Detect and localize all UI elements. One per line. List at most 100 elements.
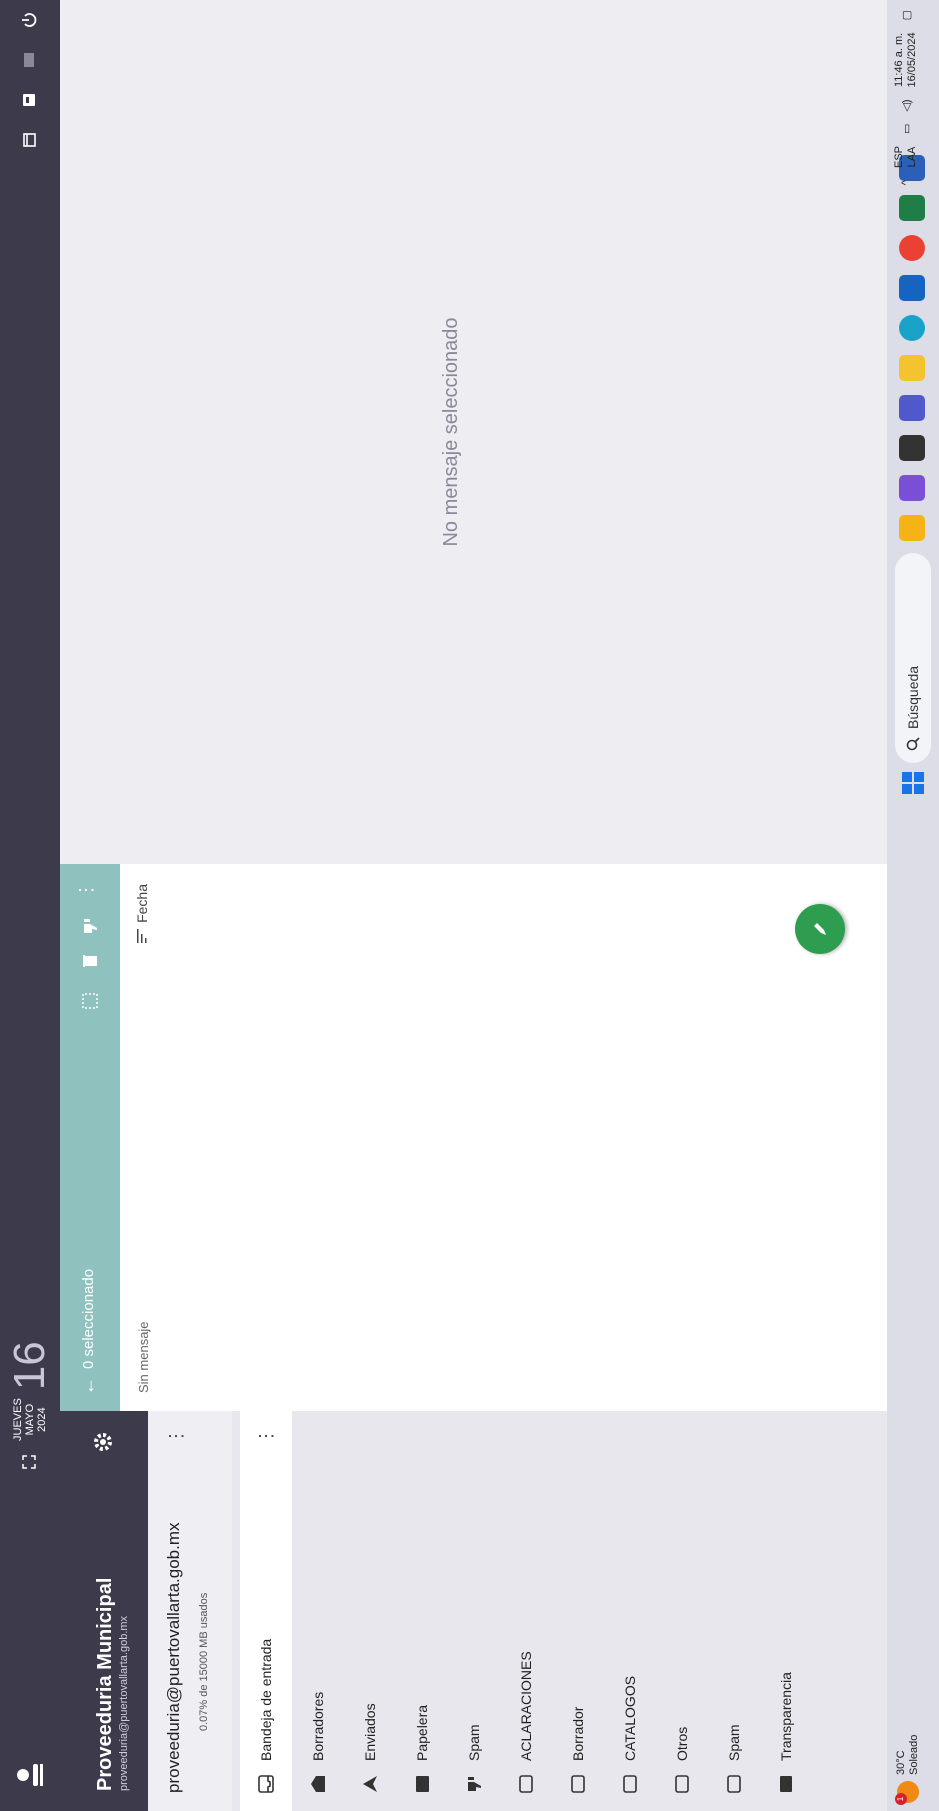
sort-button[interactable]: Fecha (134, 884, 150, 943)
folder-filled-icon (780, 1776, 792, 1792)
date-display: JUEVES MAYO 2024 16 (5, 1341, 54, 1441)
folder-inbox[interactable]: Bandeja de entrada ⋮ (240, 1411, 292, 1811)
contacts-icon[interactable] (18, 89, 40, 111)
folder-label: Papelera (414, 1704, 430, 1761)
folder-label: CATALOGOS (622, 1675, 638, 1761)
account-row[interactable]: proveeduria@puertovallarta.gob.mx ⋮ 0.07… (148, 1411, 232, 1811)
gear-icon[interactable] (86, 1425, 120, 1459)
folder-spam[interactable]: Spam (448, 1411, 500, 1811)
folder-label: Spam (726, 1724, 742, 1761)
weather-icon: 1 (895, 1781, 919, 1805)
file-explorer-icon[interactable] (899, 355, 925, 381)
back-arrow-icon[interactable]: ← (78, 1377, 99, 1395)
selection-count: 0 seleccionado (80, 1268, 97, 1369)
user-icon[interactable] (12, 1757, 48, 1793)
folder-trash[interactable]: Papelera (396, 1411, 448, 1811)
message-list: ← 0 seleccionado ⋮ Sin mensaje Fecha (60, 864, 887, 1411)
sort-label: Fecha (134, 884, 150, 923)
volume-icon[interactable]: ◁) (900, 99, 913, 111)
spam-icon (468, 1777, 481, 1791)
fullscreen-icon[interactable] (20, 1453, 38, 1471)
folder-icon (571, 1775, 585, 1793)
folder-label: Spam (466, 1724, 482, 1761)
list-toolbar: ← 0 seleccionado ⋮ (60, 864, 120, 1411)
account-email: proveeduria@puertovallarta.gob.mx (118, 1615, 130, 1791)
delete-icon[interactable] (80, 951, 100, 971)
date-month: MAYO (24, 1403, 36, 1436)
temperature: 30°C (895, 1750, 907, 1775)
folder-spam-custom[interactable]: Spam (708, 1411, 760, 1811)
task-view-icon[interactable] (899, 435, 925, 461)
folder-icon (675, 1775, 689, 1793)
mail-icon[interactable] (18, 49, 40, 71)
calendar-icon[interactable] (18, 129, 40, 151)
chrome-icon[interactable] (899, 235, 925, 261)
notifications-icon[interactable]: ▢ (900, 10, 913, 20)
sidebar: Proveeduria Municipal proveeduria@puerto… (60, 1411, 887, 1811)
account-address: proveeduria@puertovallarta.gob.mx (164, 1522, 183, 1793)
send-icon (363, 1776, 377, 1792)
compose-button[interactable] (795, 904, 845, 954)
no-message-selected: No mensaje seleccionado (440, 317, 462, 547)
empty-list-text: Sin mensaje (136, 1321, 151, 1393)
keyboard-layout: LAA (906, 146, 918, 168)
network-icon[interactable]: ▭ (900, 124, 913, 134)
select-all-icon[interactable] (80, 991, 100, 1011)
folder-borrador[interactable]: Borrador (552, 1411, 604, 1811)
folder-otros[interactable]: Otros (656, 1411, 708, 1811)
excel-icon[interactable] (899, 195, 925, 221)
storage-usage: 0.07% de 15000 MB usados (198, 1592, 210, 1731)
folder-icon (727, 1775, 741, 1793)
folder-label: Borradores (310, 1691, 326, 1761)
folder-sent[interactable]: Enviados (344, 1411, 396, 1811)
account-menu-icon[interactable]: ⋮ (166, 1427, 187, 1445)
folder-icon (623, 1775, 637, 1793)
trash-folder-icon (416, 1776, 429, 1792)
power-icon[interactable] (18, 9, 40, 31)
system-tray: ^ ESP LAA ▭ ◁) 11:46 a. m. 16/05/2024 ▢ (893, 10, 919, 185)
account-header: Proveeduria Municipal proveeduria@puerto… (60, 1411, 148, 1811)
windows-start-icon[interactable] (901, 771, 925, 795)
language-code: ESP (893, 146, 905, 169)
clock-time: 11:46 a. m. (893, 32, 905, 88)
weather-condition: Soleado (908, 1734, 920, 1775)
date-year: 2024 (36, 1407, 48, 1432)
folder-label: Enviados (362, 1703, 378, 1761)
date-day: 16 (5, 1341, 54, 1391)
edge-icon[interactable] (899, 315, 925, 341)
clock[interactable]: 11:46 a. m. 16/05/2024 (893, 32, 919, 87)
folder-label: ACLARACIONES (518, 1651, 534, 1761)
more-options-icon[interactable]: ⋮ (76, 879, 96, 899)
folder-aclaraciones[interactable]: ACLARACIONES (500, 1411, 552, 1811)
folder-label: Transparencia (778, 1672, 794, 1761)
folder-icon (519, 1775, 533, 1793)
folder-menu-icon[interactable]: ⋮ (256, 1427, 277, 1445)
drafts-icon (311, 1776, 325, 1792)
folder-catalogos[interactable]: CATALOGOS (604, 1411, 656, 1811)
taskbar-search[interactable]: Búsqueda (895, 553, 931, 763)
spam-icon[interactable] (80, 916, 100, 936)
search-icon (906, 737, 920, 751)
store-icon[interactable] (899, 275, 925, 301)
inbox-icon (258, 1775, 274, 1793)
search-placeholder: Búsqueda (905, 665, 921, 729)
folder-drafts[interactable]: Borradores (292, 1411, 344, 1811)
date-weekday: JUEVES (12, 1398, 24, 1441)
widget-app-icon[interactable] (899, 515, 925, 541)
folder-label: Borrador (570, 1706, 586, 1761)
taskbar: 1 30°C Soleado Búsqueda ^ ESP LAA ▭ ◁) 1… (887, 0, 939, 1811)
folder-transparencia[interactable]: Transparencia (760, 1411, 812, 1811)
list-header: Sin mensaje Fecha (120, 864, 166, 1411)
sort-icon (137, 928, 147, 943)
reading-pane: No mensaje seleccionado (60, 0, 887, 864)
folder-label: Otros (674, 1726, 690, 1761)
weather-widget[interactable]: 1 30°C Soleado (895, 1734, 921, 1805)
account-name: Proveeduria Municipal (94, 1577, 116, 1791)
teams-icon[interactable] (899, 395, 925, 421)
top-bar: JUEVES MAYO 2024 16 (0, 0, 60, 1811)
clock-date: 16/05/2024 (906, 32, 918, 88)
copilot-icon[interactable] (899, 475, 925, 501)
language-indicator[interactable]: ESP LAA (893, 146, 919, 168)
pencil-icon (814, 923, 826, 935)
chevron-up-icon[interactable]: ^ (900, 180, 912, 185)
